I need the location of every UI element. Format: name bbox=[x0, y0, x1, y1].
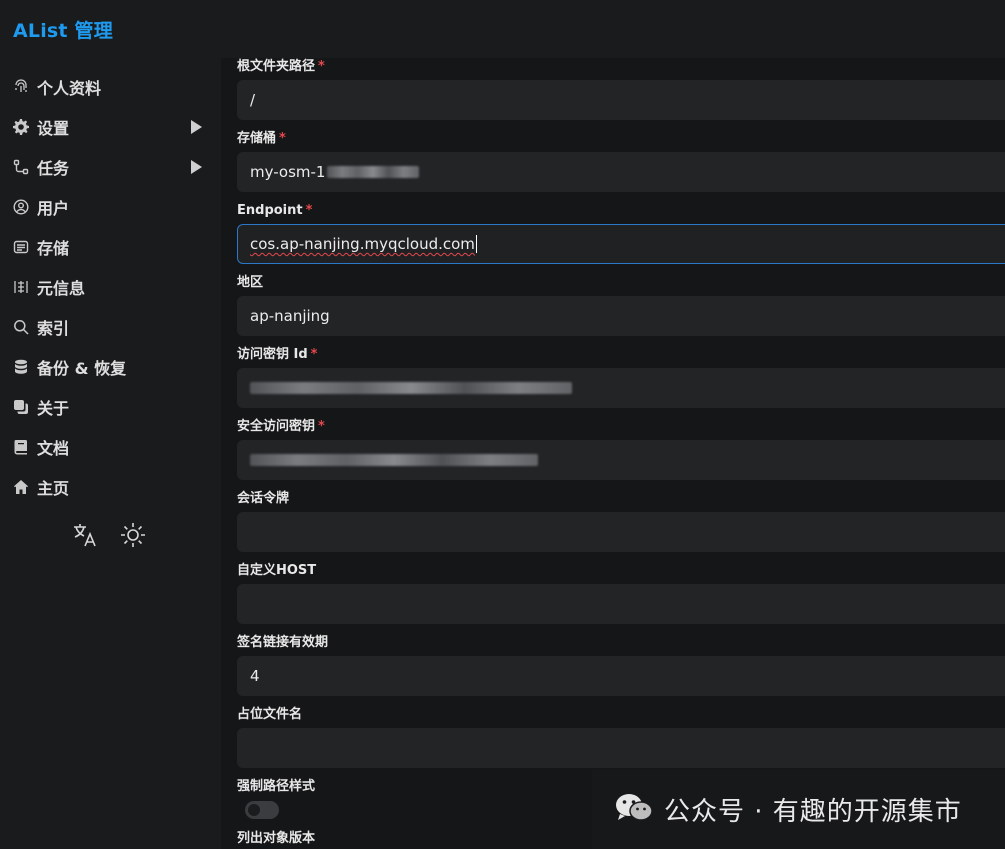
watermark: 公众号 · 有趣的开源集市 bbox=[592, 770, 1005, 849]
field-label: 签名链接有效期 bbox=[237, 635, 329, 650]
translate-icon bbox=[71, 521, 99, 553]
region-input[interactable]: ap-nanjing bbox=[237, 296, 1005, 336]
force-path-style-toggle[interactable] bbox=[245, 801, 279, 819]
copy-icon bbox=[12, 398, 30, 416]
sidebar-item-storage[interactable]: 存储 bbox=[0, 227, 221, 267]
sidebar-item-label: 文档 bbox=[37, 439, 70, 458]
redacted-value bbox=[250, 454, 538, 466]
sidebar-item-tasks[interactable]: 任务 bbox=[0, 147, 221, 187]
field-label: 地区 bbox=[237, 275, 264, 290]
gear-icon bbox=[12, 118, 30, 136]
placeholder-name-input[interactable] bbox=[237, 728, 1005, 768]
sign-url-expire-input[interactable]: 4 bbox=[237, 656, 1005, 696]
sidebar-item-meta[interactable]: 元信息 bbox=[0, 267, 221, 307]
sidebar-item-label: 用户 bbox=[37, 199, 70, 218]
sidebar-item-about[interactable]: 关于 bbox=[0, 387, 221, 427]
sidebar-item-label: 关于 bbox=[37, 399, 70, 418]
sidebar-item-label: 元信息 bbox=[37, 279, 86, 298]
field-label: Endpoint * bbox=[237, 203, 313, 218]
database-icon bbox=[12, 358, 30, 376]
watermark-text: 公众号 · 有趣的开源集市 bbox=[664, 797, 962, 827]
field-label: 占位文件名 bbox=[237, 707, 303, 722]
field-label: 自定义HOST bbox=[237, 563, 317, 578]
theme-toggle-button[interactable] bbox=[118, 522, 148, 552]
sidebar-item-index[interactable]: 索引 bbox=[0, 307, 221, 347]
sidebar-tools bbox=[70, 522, 148, 552]
sidebar-nav: 个人资料 设置 任务 用户 存储 元信息 索引 备份 & 恢复 关于 文档 主页 bbox=[0, 67, 221, 507]
field-secret-key: 安全访问密钥 * bbox=[237, 418, 1005, 480]
storage-form: 根文件夹路径 * / 存储桶 * my-osm-1 Endpoint * cos.ap… bbox=[221, 58, 1005, 849]
user-circle-icon bbox=[12, 198, 30, 216]
field-bucket: 存储桶 * my-osm-1 bbox=[237, 130, 1005, 192]
sidebar-item-backup[interactable]: 备份 & 恢复 bbox=[0, 347, 221, 387]
sun-icon bbox=[119, 521, 147, 553]
field-label: 根文件夹路径 * bbox=[237, 59, 325, 74]
secret-key-input[interactable] bbox=[237, 440, 1005, 480]
toggle-knob bbox=[248, 804, 260, 816]
sidebar-item-settings[interactable]: 设置 bbox=[0, 107, 221, 147]
book-icon bbox=[12, 438, 30, 456]
sidebar-item-label: 任务 bbox=[37, 159, 70, 178]
field-session-token: 会话令牌 bbox=[237, 490, 1005, 552]
sidebar-item-label: 存储 bbox=[37, 239, 70, 258]
field-label: 访问密钥 Id * bbox=[237, 347, 318, 362]
field-root-path: 根文件夹路径 * / bbox=[237, 58, 1005, 120]
meta-icon bbox=[12, 278, 30, 296]
search-icon bbox=[12, 318, 30, 336]
session-token-input[interactable] bbox=[237, 512, 1005, 552]
translate-button[interactable] bbox=[70, 522, 100, 552]
endpoint-input[interactable]: cos.ap-nanjing.myqcloud.com bbox=[237, 224, 1005, 264]
sidebar-item-home[interactable]: 主页 bbox=[0, 467, 221, 507]
storage-icon bbox=[12, 238, 30, 256]
home-icon bbox=[12, 478, 30, 496]
sidebar-item-label: 主页 bbox=[37, 479, 70, 498]
field-label: 存储桶 * bbox=[237, 131, 286, 146]
field-access-key-id: 访问密钥 Id * bbox=[237, 346, 1005, 408]
sidebar-item-label: 设置 bbox=[37, 119, 70, 138]
custom-host-input[interactable] bbox=[237, 584, 1005, 624]
sidebar-item-label: 备份 & 恢复 bbox=[37, 359, 127, 378]
sidebar-item-users[interactable]: 用户 bbox=[0, 187, 221, 227]
sidebar-item-docs[interactable]: 文档 bbox=[0, 427, 221, 467]
field-region: 地区 ap-nanjing bbox=[237, 274, 1005, 336]
app-root: AList 管理 个人资料 设置 任务 用户 存储 元信息 索引 备份 & 恢复… bbox=[0, 0, 1005, 849]
field-label: 会话令牌 bbox=[237, 491, 290, 506]
top-strip bbox=[221, 0, 1005, 58]
sidebar: AList 管理 个人资料 设置 任务 用户 存储 元信息 索引 备份 & 恢复… bbox=[0, 0, 221, 849]
sidebar-item-label: 个人资料 bbox=[37, 79, 102, 98]
bucket-input[interactable]: my-osm-1 bbox=[237, 152, 1005, 192]
field-placeholder-name: 占位文件名 bbox=[237, 706, 1005, 768]
fingerprint-icon bbox=[12, 78, 30, 96]
tasks-icon bbox=[12, 158, 30, 176]
chevron-right-icon[interactable] bbox=[191, 120, 202, 134]
chevron-right-icon[interactable] bbox=[191, 160, 202, 174]
redacted-value bbox=[250, 382, 572, 394]
root-path-input[interactable]: / bbox=[237, 80, 1005, 120]
field-endpoint: Endpoint * cos.ap-nanjing.myqcloud.com bbox=[237, 202, 1005, 264]
sidebar-item-label: 索引 bbox=[37, 319, 70, 338]
wechat-icon bbox=[614, 792, 654, 828]
sidebar-item-profile[interactable]: 个人资料 bbox=[0, 67, 221, 107]
field-label: 安全访问密钥 * bbox=[237, 419, 325, 434]
access-key-id-input[interactable] bbox=[237, 368, 1005, 408]
field-sign-url-expire: 签名链接有效期 4 bbox=[237, 634, 1005, 696]
app-brand[interactable]: AList 管理 bbox=[13, 16, 113, 43]
redacted-value bbox=[327, 166, 420, 178]
field-custom-host: 自定义HOST bbox=[237, 562, 1005, 624]
